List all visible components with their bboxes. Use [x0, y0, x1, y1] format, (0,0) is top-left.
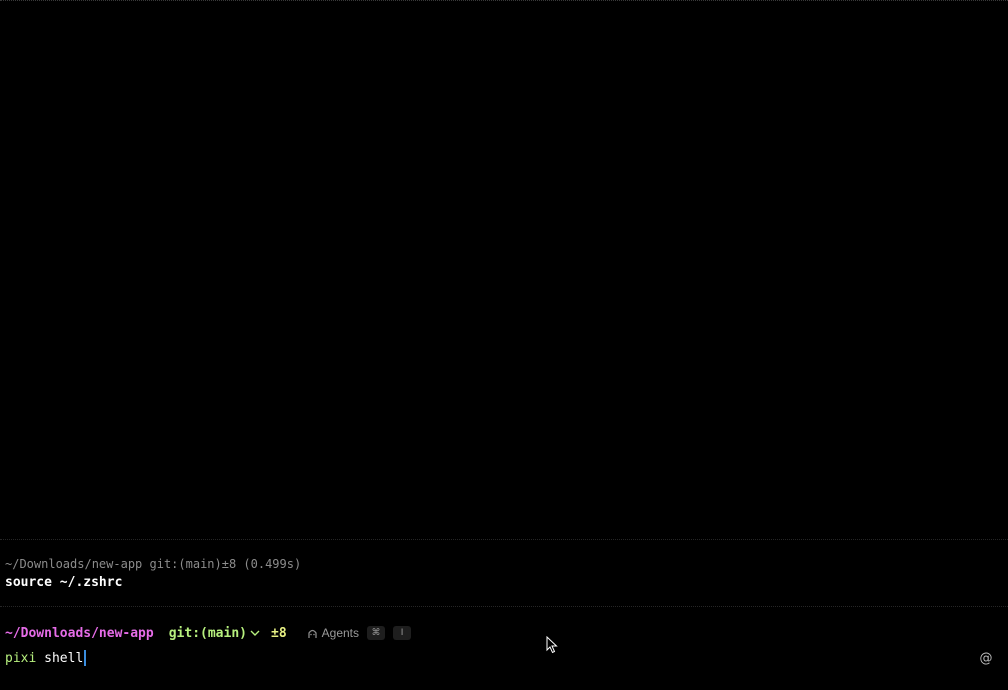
- command-input-text[interactable]: pixi shell: [5, 651, 83, 666]
- text-caret: [84, 650, 87, 666]
- robot-icon: [307, 628, 318, 639]
- mouse-pointer-icon: [546, 636, 558, 654]
- command-input[interactable]: pixi shell: [5, 648, 87, 668]
- agents-button[interactable]: Agents ⌘ I: [307, 626, 412, 640]
- block-meta: ~/Downloads/new-app git:(main)±8 (0.499s…: [5, 557, 302, 571]
- terminal-output-area[interactable]: [0, 1, 1008, 539]
- agents-label: Agents: [321, 626, 360, 640]
- prompt-path: ~/Downloads/new-app: [5, 625, 154, 641]
- command-key-badge: ⌘: [367, 626, 386, 640]
- prompt-dirty-count: ±8: [271, 625, 287, 641]
- chevron-down-icon[interactable]: [250, 629, 260, 637]
- block-divider: [0, 539, 1008, 540]
- previous-command-block[interactable]: ~/Downloads/new-app git:(main)±8 (0.499s…: [5, 556, 301, 593]
- input-divider: [0, 606, 1008, 607]
- at-mention-button[interactable]: @: [978, 650, 994, 666]
- prompt-line: ~/Downloads/new-app git:(main) ±8 Agents…: [5, 623, 412, 643]
- input-command-name: pixi: [5, 650, 37, 666]
- block-command: source ~/.zshrc: [5, 575, 123, 590]
- prompt-git-branch[interactable]: git:(main): [169, 626, 247, 641]
- input-command-args: shell: [36, 650, 84, 666]
- i-key-badge: I: [393, 626, 412, 640]
- terminal-window: ~/Downloads/new-app git:(main)±8 (0.499s…: [0, 0, 1008, 690]
